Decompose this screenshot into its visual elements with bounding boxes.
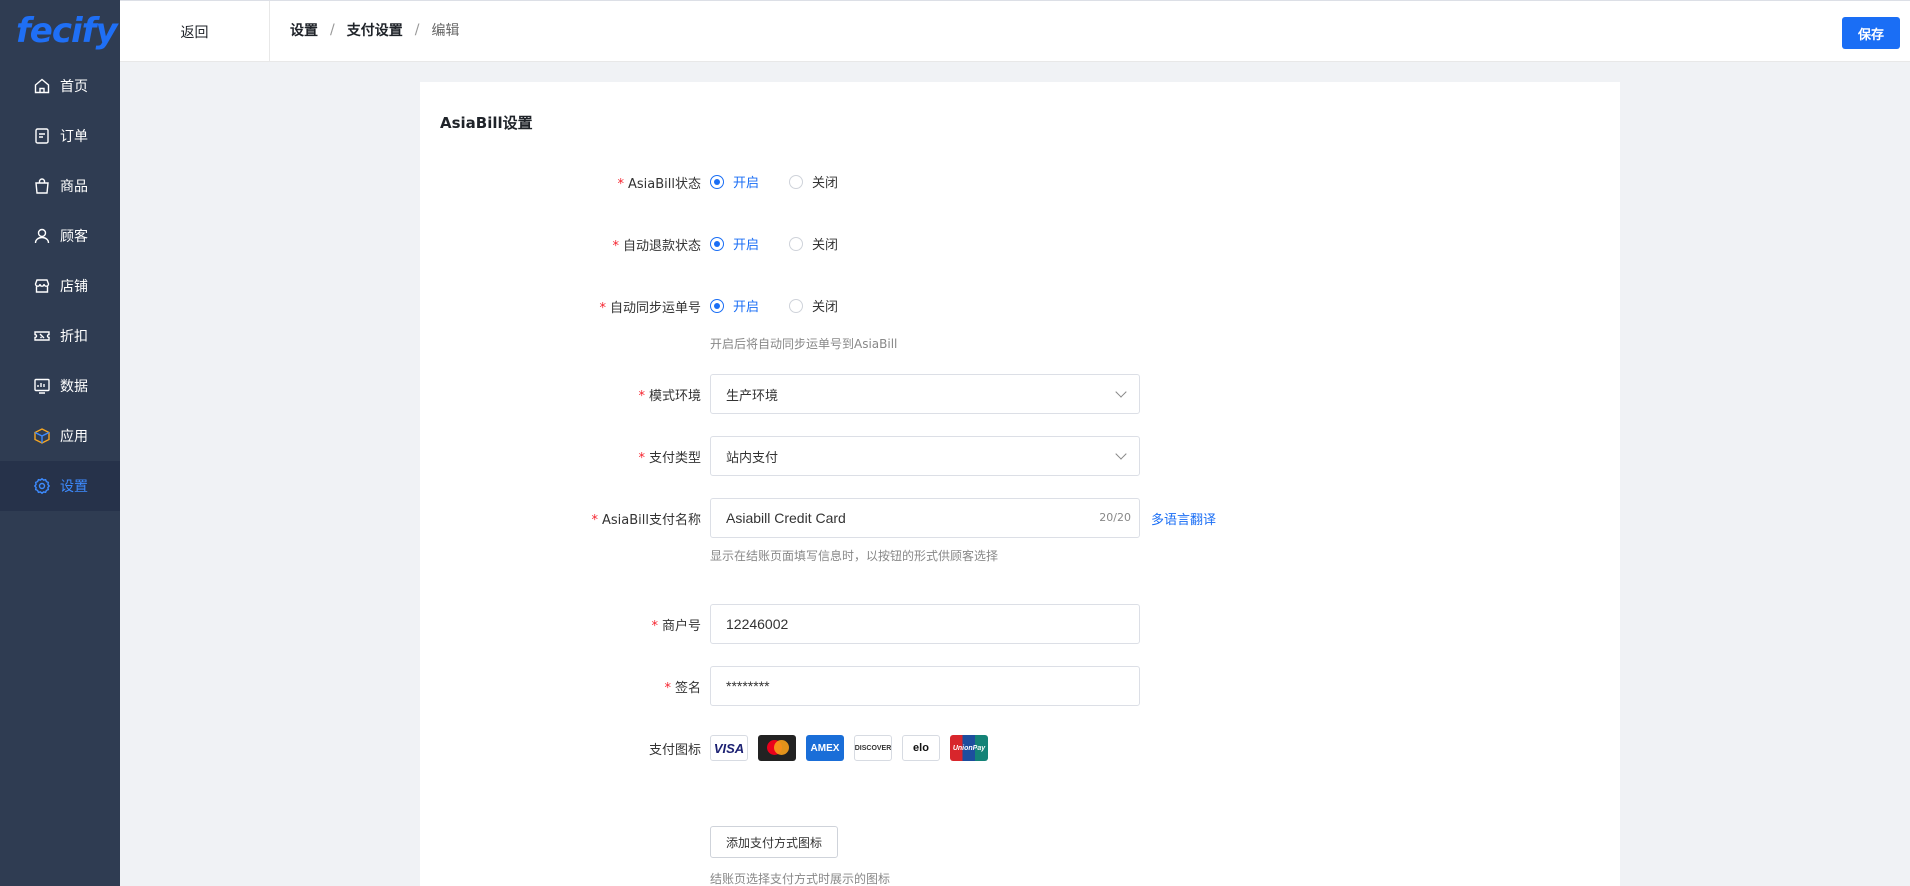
sidebar: fecify 首页 订单 商品 顾客 店铺 折扣 数据 应用 设置 xyxy=(0,0,120,886)
field-label: * 自动退款状态 xyxy=(612,239,701,254)
form-row-env: * 模式环境 生产环境 xyxy=(420,374,1620,414)
back-button[interactable]: 返回 xyxy=(120,1,270,62)
refund-radio-on[interactable]: 开启 xyxy=(710,234,759,253)
ticket-icon xyxy=(33,327,51,345)
logo-text: fecify xyxy=(16,10,118,51)
card-title: AsiaBill设置 xyxy=(440,114,533,132)
mastercard-icon xyxy=(758,735,796,761)
env-select[interactable]: 生产环境 xyxy=(710,374,1140,414)
field-label: * 商户号 xyxy=(651,619,701,634)
sign-value: ******** xyxy=(726,678,770,694)
field-label: * AsiaBill状态 xyxy=(617,177,702,192)
sync-radio-on[interactable]: 开启 xyxy=(710,296,759,315)
sync-radio-off[interactable]: 关闭 xyxy=(789,296,838,315)
form-row-merchant: * 商户号 12246002 xyxy=(420,604,1620,644)
form-row-pay-name: * AsiaBill支付名称 Asiabill Credit Card 20/20… xyxy=(420,498,1620,563)
pay-type-select-value: 站内支付 xyxy=(726,450,779,466)
sidebar-item-customers[interactable]: 顾客 xyxy=(0,211,120,261)
settings-card: AsiaBill设置 * AsiaBill状态 开启 关闭 * 自动退款状态 开启 … xyxy=(420,82,1620,886)
field-label: * 模式环境 xyxy=(638,389,701,404)
sidebar-nav: 首页 订单 商品 顾客 店铺 折扣 数据 应用 设置 xyxy=(0,61,120,511)
gear-icon xyxy=(33,477,51,495)
status-radio-off[interactable]: 关闭 xyxy=(789,172,838,191)
sidebar-item-apps[interactable]: 应用 xyxy=(0,411,120,461)
sidebar-item-discounts[interactable]: 折扣 xyxy=(0,311,120,361)
refund-radio-group: 开启 关闭 xyxy=(710,234,868,253)
field-label: * 签名 xyxy=(664,681,701,696)
sidebar-item-products[interactable]: 商品 xyxy=(0,161,120,211)
field-label: * 支付类型 xyxy=(638,451,701,466)
unionpay-icon: UnionPay xyxy=(950,735,988,761)
add-pay-icon-button[interactable]: 添加支付方式图标 xyxy=(710,826,838,858)
breadcrumb: 设置 / 支付设置 / 编辑 xyxy=(290,1,459,59)
sidebar-item-label: 店铺 xyxy=(60,279,88,295)
sync-radio-group: 开启 关闭 xyxy=(710,296,868,315)
pay-name-hint: 显示在结账页面填写信息时，以按钮的形式供顾客选择 xyxy=(710,549,999,563)
order-icon xyxy=(33,127,51,145)
chart-icon xyxy=(33,377,51,395)
merchant-input[interactable]: 12246002 xyxy=(710,604,1140,644)
form-row-pay-type: * 支付类型 站内支付 xyxy=(420,436,1620,476)
discover-icon: DISCOVER xyxy=(854,735,892,761)
sidebar-item-label: 订单 xyxy=(60,129,88,145)
sidebar-item-settings[interactable]: 设置 xyxy=(0,461,120,511)
sidebar-item-label: 数据 xyxy=(60,379,88,395)
elo-icon: elo xyxy=(902,735,940,761)
field-label: * AsiaBill支付名称 xyxy=(591,513,702,528)
sidebar-item-analytics[interactable]: 数据 xyxy=(0,361,120,411)
pay-icons-list: VISA AMEX DISCOVER elo UnionPay xyxy=(710,735,998,761)
sidebar-item-label: 顾客 xyxy=(60,229,88,245)
breadcrumb-separator: / xyxy=(414,22,420,38)
sidebar-item-store[interactable]: 店铺 xyxy=(0,261,120,311)
chevron-down-icon xyxy=(1115,448,1127,460)
pay-icons-hint: 结账页选择支付方式时展示的图标 xyxy=(710,872,891,886)
status-radio-group: 开启 关闭 xyxy=(710,172,868,191)
env-select-value: 生产环境 xyxy=(726,388,779,404)
sidebar-item-label: 折扣 xyxy=(60,329,88,345)
field-label: * 自动同步运单号 xyxy=(599,301,701,316)
visa-icon: VISA xyxy=(710,735,748,761)
merchant-value: 12246002 xyxy=(726,616,789,632)
user-icon xyxy=(33,227,51,245)
field-label: 支付图标 xyxy=(648,743,701,758)
sidebar-item-home[interactable]: 首页 xyxy=(0,61,120,111)
sync-hint: 开启后将自动同步运单号到AsiaBill xyxy=(710,337,898,351)
breadcrumb-current: 编辑 xyxy=(431,23,460,39)
sidebar-item-label: 商品 xyxy=(60,179,88,195)
breadcrumb-payment-settings[interactable]: 支付设置 xyxy=(347,20,403,40)
form-row-sign: * 签名 ******** xyxy=(420,666,1620,706)
refund-radio-off[interactable]: 关闭 xyxy=(789,234,838,253)
breadcrumb-separator: / xyxy=(330,22,335,38)
logo[interactable]: fecify xyxy=(0,0,120,61)
multilang-translate-link[interactable]: 多语言翻译 xyxy=(1151,509,1216,528)
save-button[interactable]: 保存 xyxy=(1842,17,1900,49)
pay-type-select[interactable]: 站内支付 xyxy=(710,436,1140,476)
amex-icon: AMEX xyxy=(806,735,844,761)
store-icon xyxy=(33,277,51,295)
box-icon xyxy=(33,427,51,445)
status-radio-on[interactable]: 开启 xyxy=(710,172,759,191)
chevron-down-icon xyxy=(1115,386,1127,398)
top-header: 返回 设置 / 支付设置 / 编辑 保存 xyxy=(120,0,1910,62)
sidebar-item-orders[interactable]: 订单 xyxy=(0,111,120,161)
sign-input[interactable]: ******** xyxy=(710,666,1140,706)
char-count: 20/20 xyxy=(1099,511,1131,524)
breadcrumb-settings[interactable]: 设置 xyxy=(290,20,318,40)
bag-icon xyxy=(33,177,51,195)
sidebar-item-label: 首页 xyxy=(60,79,88,95)
pay-name-value: Asiabill Credit Card xyxy=(726,510,846,526)
home-icon xyxy=(33,77,51,95)
sidebar-item-label: 应用 xyxy=(60,429,88,445)
sidebar-item-label: 设置 xyxy=(60,479,88,495)
pay-name-input[interactable]: Asiabill Credit Card 20/20 xyxy=(710,498,1140,538)
